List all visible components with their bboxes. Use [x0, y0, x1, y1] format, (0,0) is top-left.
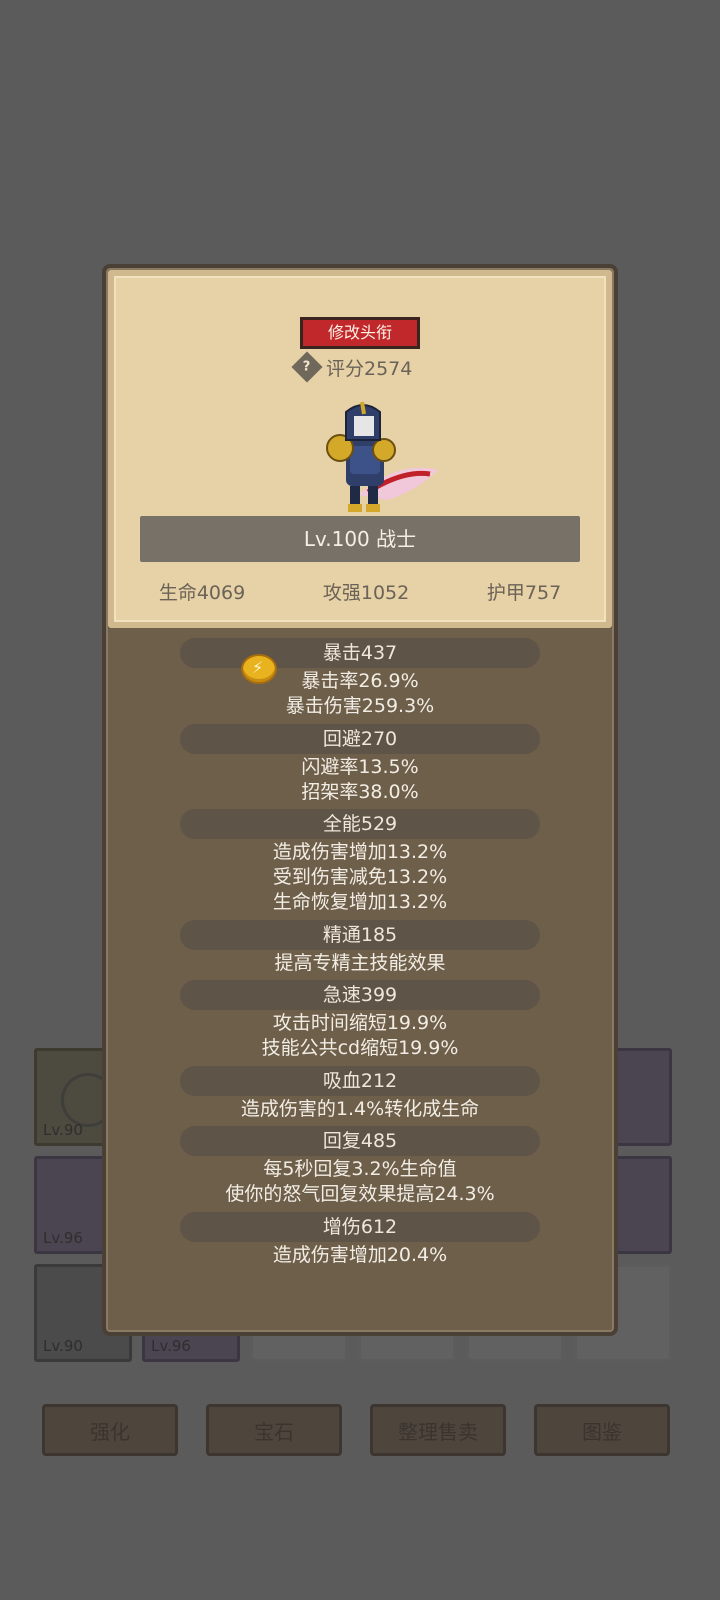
stat-header-versatility: 全能529 — [180, 809, 540, 839]
stat-line: 攻击时间缩短19.9% — [272, 1012, 448, 1034]
slot-level: Lv.96 — [151, 1337, 191, 1355]
score-text: 评分2574 — [326, 357, 413, 380]
stat-line: 使你的怒气回复效果提高24.3% — [225, 1183, 495, 1205]
stat-line: 造成伤害增加13.2% — [272, 841, 448, 863]
stat-line: 受到伤害减免13.2% — [272, 866, 448, 888]
codex-button[interactable]: 图鉴 — [534, 1404, 670, 1456]
stat-line: 招架率38.0% — [301, 781, 419, 803]
stat-line: 生命恢复增加13.2% — [272, 891, 448, 913]
stat-line: 闪避率13.5% — [301, 756, 419, 778]
stat-header-crit: 暴击437 — [180, 638, 540, 668]
stat-line: 暴击伤害259.3% — [285, 695, 435, 717]
stat-header-lifesteal: 吸血212 — [180, 1066, 540, 1096]
enhance-button[interactable]: 强化 — [42, 1404, 178, 1456]
stat-line: 每5秒回复3.2%生命值 — [263, 1158, 457, 1180]
hp-stat: 生命4069 — [158, 582, 246, 604]
stat-header-haste: 急速399 — [180, 980, 540, 1010]
score-row: ? 评分2574 — [291, 351, 413, 383]
slot-level: Lv.90 — [43, 1337, 83, 1355]
sort-sell-button[interactable]: 整理售卖 — [370, 1404, 506, 1456]
stat-line: 造成伤害增加20.4% — [272, 1244, 448, 1266]
slot-level: Lv.96 — [43, 1229, 83, 1247]
warrior-avatar — [326, 401, 438, 512]
stat-line: 技能公共cd缩短19.9% — [261, 1037, 459, 1059]
stat-header-regen: 回复485 — [180, 1126, 540, 1156]
stat-line: 提高专精主技能效果 — [274, 952, 446, 974]
armor-stat: 护甲757 — [486, 582, 562, 604]
stat-line: 造成伤害的1.4%转化成生命 — [240, 1098, 480, 1120]
stat-header-evade: 回避270 — [180, 724, 540, 754]
basic-stats-row: 生命4069 攻强1052 护甲757 — [120, 578, 600, 608]
help-icon[interactable]: ? — [291, 351, 323, 383]
stat-header-mastery: 精通185 — [180, 920, 540, 950]
stat-header-damage: 增伤612 — [180, 1212, 540, 1242]
level-class-bar: Lv.100 战士 — [140, 516, 580, 562]
attack-stat: 攻强1052 — [322, 582, 410, 604]
stat-line: 暴击率26.9% — [301, 670, 419, 692]
gem-button[interactable]: 宝石 — [206, 1404, 342, 1456]
slot-level: Lv.90 — [43, 1121, 83, 1139]
edit-title-button[interactable]: 修改头衔 — [300, 317, 420, 349]
